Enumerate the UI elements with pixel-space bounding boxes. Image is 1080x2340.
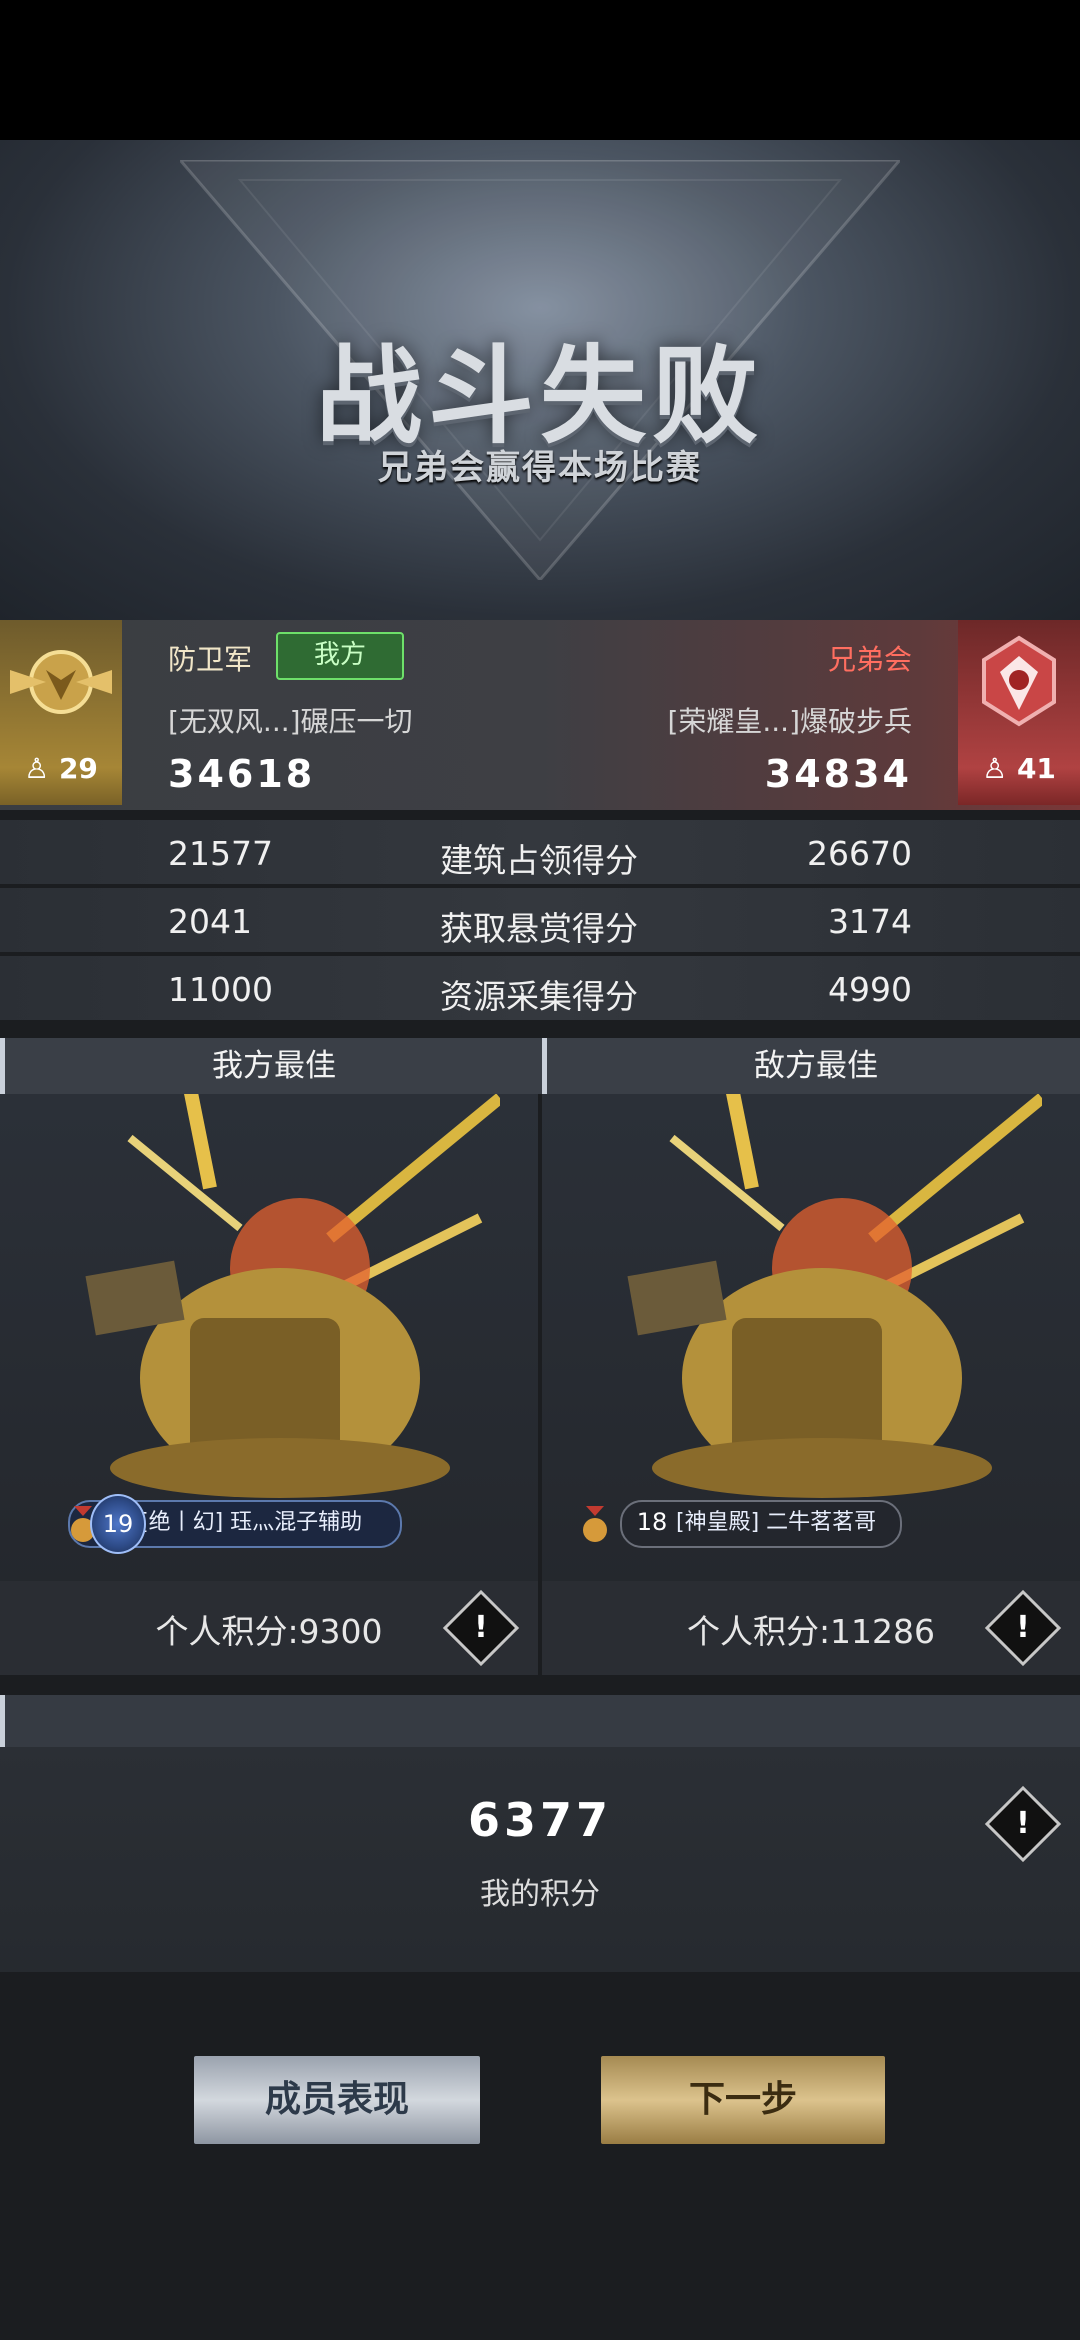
my-score-value: 6377 bbox=[467, 1793, 613, 1847]
stat-ally-value: 11000 bbox=[168, 970, 273, 1009]
stat-row: 21577 建筑占领得分 26670 bbox=[0, 820, 1080, 884]
people-icon: ♙ bbox=[24, 752, 50, 785]
panel-footer: 个人积分:9300 ! bbox=[0, 1581, 538, 1675]
stat-enemy-value: 3174 bbox=[828, 902, 912, 941]
member-performance-button[interactable]: 成员表现 bbox=[194, 2056, 480, 2144]
panel-header: 我方最佳 bbox=[0, 1038, 543, 1094]
enemy-commander: [荣耀皇...]爆破步兵 bbox=[667, 705, 912, 738]
my-score-panel: 6377 我的积分 ! bbox=[0, 1747, 1080, 1972]
result-subtitle: 兄弟会赢得本场比赛 bbox=[378, 448, 702, 488]
stat-ally-value: 21577 bbox=[168, 834, 273, 873]
ally-best-player-name: [绝丨幻] 珏灬混子辅助 bbox=[140, 1510, 363, 1535]
stat-enemy-value: 26670 bbox=[807, 834, 912, 873]
ally-emblem-icon bbox=[10, 650, 112, 714]
enemy-team-badge[interactable]: ♙ 41 bbox=[958, 620, 1080, 805]
teams-summary: ♙ 29 防卫军 我方 [无双风...]碾压一切 34618 兄弟会 [荣耀皇.… bbox=[0, 620, 1080, 810]
mech-unit-image bbox=[627, 1038, 1042, 1498]
stat-ally-value: 2041 bbox=[168, 902, 252, 941]
enemy-best-title: 敌方最佳 bbox=[754, 1048, 878, 1084]
enemy-member-count: 41 bbox=[1016, 752, 1056, 785]
status-bar bbox=[0, 0, 1080, 140]
medal-icon bbox=[583, 1506, 607, 1542]
ally-best-title: 我方最佳 bbox=[212, 1048, 336, 1084]
my-team-tag: 我方 bbox=[276, 632, 404, 680]
ally-team-score: 34618 bbox=[168, 752, 316, 796]
stat-label: 获取悬赏得分 bbox=[440, 909, 638, 948]
ally-member-count: 29 bbox=[58, 752, 98, 785]
my-score-label: 我的积分 bbox=[480, 1877, 600, 1912]
next-step-button[interactable]: 下一步 bbox=[601, 2056, 885, 2144]
stat-row: 11000 资源采集得分 4990 bbox=[0, 956, 1080, 1020]
enemy-best-panel: 敌方最佳 18 [神皇殿] 二牛茗茗哥 个人积分:11286 ! bbox=[542, 1038, 1080, 1675]
enemy-emblem-icon bbox=[982, 635, 1056, 727]
ally-commander: [无双风...]碾压一切 bbox=[168, 705, 413, 738]
ally-best-panel: 我方最佳 19 [绝丨幻] 珏灬混子辅助 个人积分:9300 ! bbox=[0, 1038, 543, 1675]
stat-row: 2041 获取悬赏得分 3174 bbox=[0, 888, 1080, 952]
ally-best-player-tag[interactable]: 19 [绝丨幻] 珏灬混子辅助 bbox=[68, 1494, 402, 1554]
info-icon[interactable]: ! bbox=[442, 1589, 520, 1667]
ally-team-name: 防卫军 bbox=[168, 643, 253, 676]
player-level-badge: 19 bbox=[90, 1494, 146, 1554]
info-icon[interactable]: ! bbox=[984, 1589, 1062, 1667]
panel-footer: 个人积分:11286 ! bbox=[542, 1581, 1080, 1675]
stat-label: 资源采集得分 bbox=[440, 977, 638, 1016]
people-icon: ♙ bbox=[982, 752, 1008, 785]
enemy-team-score: 34834 bbox=[764, 752, 912, 796]
ally-team-badge[interactable]: ♙ 29 bbox=[0, 620, 122, 805]
result-banner: 战斗失败 兄弟会赢得本场比赛 bbox=[0, 140, 1080, 620]
player-level-badge: 18 bbox=[636, 1508, 668, 1536]
enemy-best-player-tag[interactable]: 18 [神皇殿] 二牛茗茗哥 bbox=[583, 1500, 902, 1548]
enemy-team-name: 兄弟会 bbox=[827, 643, 912, 676]
my-score-header bbox=[0, 1695, 1080, 1747]
mech-unit-image bbox=[85, 1038, 500, 1498]
stat-enemy-value: 4990 bbox=[828, 970, 912, 1009]
stat-label: 建筑占领得分 bbox=[440, 841, 638, 880]
panel-header: 敌方最佳 bbox=[542, 1038, 1080, 1094]
enemy-best-player-name: [神皇殿] 二牛茗茗哥 bbox=[676, 1510, 877, 1535]
